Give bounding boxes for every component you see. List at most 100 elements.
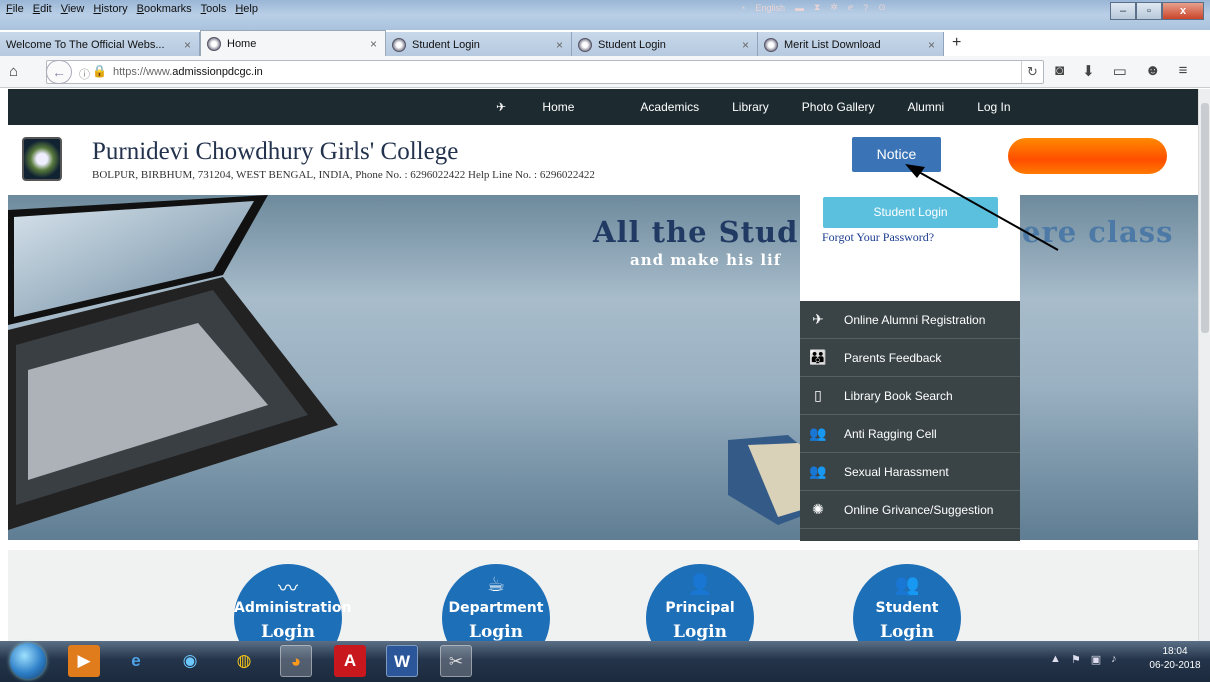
url-text[interactable]: https://www.admissionpdcgc.in [113, 66, 263, 78]
extension-icon[interactable]: ⧗ [814, 2, 820, 13]
close-tab-icon[interactable]: × [556, 38, 563, 52]
new-tab-button[interactable]: + [952, 30, 961, 56]
extension-icon[interactable]: ℯ [848, 2, 853, 13]
college-name: Purnidevi Chowdhury Girls' College [92, 138, 459, 165]
sidebar-icon[interactable]: ▭ [1113, 62, 1127, 80]
favicon-icon [578, 38, 592, 52]
college-address: BOLPUR, BIRBHUM, 731204, WEST BENGAL, IN… [92, 169, 595, 181]
extension-icon[interactable]: ▬ [795, 3, 804, 13]
department-login-button[interactable]: ☕ Department Login [442, 564, 550, 641]
media-center-icon[interactable]: ◉ [174, 645, 206, 677]
college-logo[interactable] [22, 137, 62, 181]
nav-academics[interactable]: Academics [640, 100, 699, 114]
volume-icon[interactable]: ♪ [1111, 653, 1117, 666]
menu-view[interactable]: View [61, 0, 85, 18]
clock[interactable]: 18:04 06-20-2018 [1147, 645, 1203, 673]
notice-button[interactable]: Notice [852, 137, 941, 172]
administration-login-button[interactable]: 〰 Administration Login [234, 564, 351, 641]
site-header: Purnidevi Chowdhury Girls' College BOLPU… [8, 125, 1198, 195]
nav-login[interactable]: Log In [977, 100, 1010, 114]
nav-alumni[interactable]: Alumni [908, 100, 945, 114]
menu-help[interactable]: Help [235, 0, 258, 18]
start-button[interactable] [10, 643, 46, 679]
tray-expand-icon[interactable]: ▲ [1050, 653, 1061, 666]
acrobat-icon[interactable]: A [334, 645, 366, 677]
side-item-library-search[interactable]: ▯ Library Book Search [800, 377, 1020, 415]
nav-photo-gallery[interactable]: Photo Gallery [802, 100, 875, 114]
side-item-anti-ragging[interactable]: 👥 Anti Ragging Cell [800, 415, 1020, 453]
close-window-button[interactable]: x [1162, 2, 1204, 20]
login-title: Student [875, 600, 939, 616]
vertical-scrollbar[interactable] [1198, 89, 1210, 641]
extension-icon[interactable]: ⊙ [878, 2, 886, 13]
side-item-label: Parents Feedback [844, 350, 942, 365]
chrome-icon[interactable]: ◍ [228, 645, 260, 677]
url-domain: admissionpdcgc.in [172, 66, 263, 78]
menu-edit[interactable]: Edit [33, 0, 52, 18]
translate-icon[interactable]: ◔ [740, 3, 745, 13]
login-section: 〰 Administration Login ☕ Department Logi… [8, 550, 1198, 641]
flag-icon[interactable]: ⚑ [1071, 653, 1081, 666]
minimize-button[interactable]: – [1110, 2, 1136, 20]
student-login-circle-button[interactable]: 👥 Student Login [853, 564, 961, 641]
scrollbar-thumb[interactable] [1201, 103, 1209, 333]
principal-login-button[interactable]: 👤 Principal Login [646, 564, 754, 641]
help-icon[interactable]: ? [863, 3, 868, 13]
menu-history[interactable]: History [93, 0, 127, 18]
nav-home-label: Home [542, 100, 575, 114]
menu-bookmarks[interactable]: Bookmarks [137, 0, 192, 18]
network-icon[interactable]: ▣ [1091, 653, 1101, 666]
tab-student-login[interactable]: Student Login × [386, 32, 572, 58]
media-player-icon[interactable]: ▶ [68, 645, 100, 677]
extension-language-label[interactable]: English [755, 3, 785, 13]
family-icon: 👪 [809, 349, 827, 365]
login-subtitle: Login [673, 622, 727, 641]
extension-icon[interactable]: ✲ [830, 2, 838, 13]
side-item-sexual-harassment[interactable]: 👥 Sexual Harassment [800, 453, 1020, 491]
satellite-icon: ✈ [812, 311, 824, 327]
navigation-bar: ⌂ ← ⓘ 🔒 https://www.admissionpdcgc.in ↻ … [0, 56, 1210, 88]
student-login-button[interactable]: Student Login [823, 197, 998, 228]
info-icon[interactable]: ⓘ [79, 66, 90, 82]
side-item-grievance[interactable]: ✺ Online Grivance/Suggestion [800, 491, 1020, 529]
lock-icon: 🔒 [92, 64, 107, 78]
maximize-button[interactable]: ▫ [1136, 2, 1162, 20]
back-button[interactable]: ← [46, 60, 72, 84]
side-item-parents-feedback[interactable]: 👪 Parents Feedback [800, 339, 1020, 377]
side-menu: ✈ Online Alumni Registration 👪 Parents F… [800, 301, 1020, 541]
pocket-icon[interactable]: ◙ [1055, 62, 1064, 80]
notice-dropdown: Student Login Forgot Your Password? [800, 192, 1020, 301]
side-item-label: Library Book Search [844, 388, 953, 403]
menu-tools[interactable]: Tools [201, 0, 227, 18]
account-icon[interactable]: ☻ [1145, 62, 1161, 80]
close-tab-icon[interactable]: × [370, 37, 377, 51]
menu-file[interactable]: File [6, 0, 24, 18]
close-tab-icon[interactable]: × [742, 38, 749, 52]
banner-text-line1: All the Stud [593, 215, 799, 249]
home-icon[interactable]: ⌂ [9, 63, 18, 80]
internet-explorer-icon[interactable]: e [120, 645, 152, 677]
nav-library[interactable]: Library [732, 100, 769, 114]
browser-menubar: File Edit View History Bookmarks Tools H… [0, 0, 1210, 30]
snipping-tool-icon[interactable]: ✂ [440, 645, 472, 677]
word-icon[interactable]: W [386, 645, 418, 677]
reload-icon[interactable]: ↻ [1021, 61, 1043, 83]
url-bar[interactable]: ← ⓘ 🔒 https://www.admissionpdcgc.in ↻ [46, 60, 1044, 84]
forgot-password-link[interactable]: Forgot Your Password? [822, 230, 934, 245]
close-tab-icon[interactable]: × [928, 38, 935, 52]
side-item-alumni-registration[interactable]: ✈ Online Alumni Registration [800, 301, 1020, 339]
tab-welcome[interactable]: Welcome To The Official Webs... × [0, 32, 200, 58]
nav-home[interactable]: ✈ Home [496, 100, 607, 114]
side-item-label: Online Grivance/Suggestion [844, 502, 994, 517]
download-icon[interactable]: ⬇ [1082, 62, 1095, 80]
tab-merit-list[interactable]: Merit List Download × [758, 32, 944, 58]
tab-home[interactable]: Home × [200, 30, 386, 56]
hamburger-menu-icon[interactable]: ≡ [1179, 62, 1188, 80]
book-search-icon: ▯ [814, 387, 822, 403]
close-tab-icon[interactable]: × [184, 38, 191, 52]
firefox-icon[interactable]: ◕ [280, 645, 312, 677]
url-prefix: https://www. [113, 66, 173, 78]
tab-label: Home [227, 37, 257, 50]
tab-student-login[interactable]: Student Login × [572, 32, 758, 58]
orange-button[interactable] [1008, 138, 1167, 174]
